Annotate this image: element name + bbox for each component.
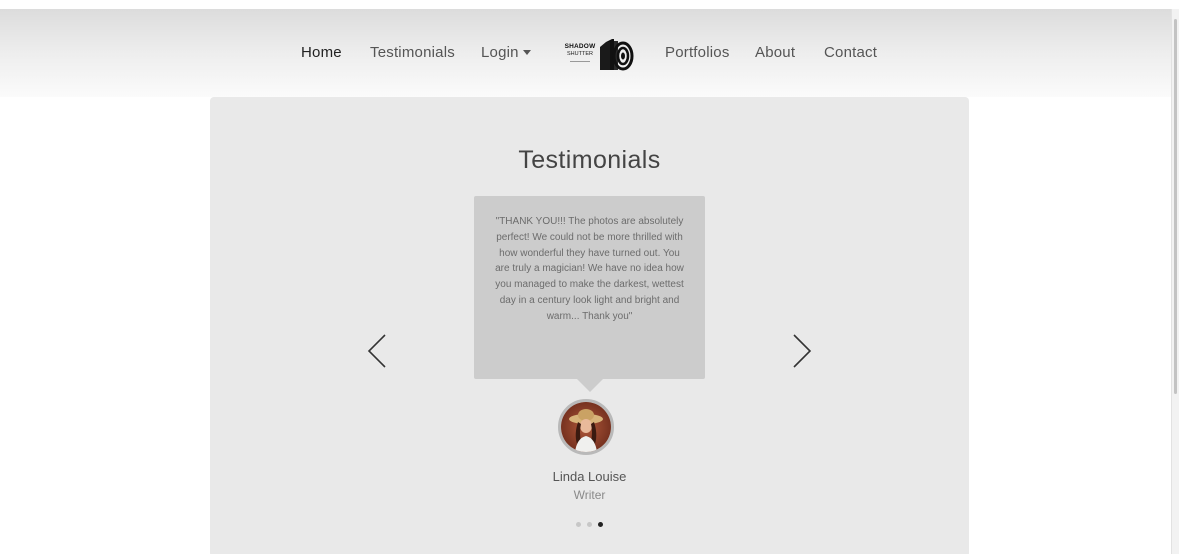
section-title: Testimonials [518, 146, 661, 174]
testimonial-author-role: Writer [573, 488, 606, 502]
testimonial-quote: "THANK YOU!!! The photos are absolutely … [495, 216, 684, 322]
vertical-scrollbar[interactable] [1171, 9, 1179, 554]
carousel-indicators [210, 522, 969, 530]
page: Home Testimonials Login SHADOW SHUTTER P… [0, 0, 1179, 554]
nav-home[interactable]: Home [301, 44, 342, 61]
carousel-prev-button[interactable] [366, 333, 388, 369]
carousel-next-button[interactable] [791, 333, 813, 369]
testimonials-section: Testimonials "THANK YOU!!! The photos ar… [210, 97, 969, 554]
top-navbar: Home Testimonials Login SHADOW SHUTTER P… [0, 9, 1172, 97]
testimonial-author-name: Linda Louise [552, 469, 627, 484]
main-nav: Home Testimonials Login SHADOW SHUTTER P… [0, 38, 1172, 72]
nav-login-dropdown[interactable]: Login [481, 44, 531, 61]
chevron-right-icon [793, 334, 812, 368]
nav-testimonials[interactable]: Testimonials [370, 44, 455, 61]
caret-down-icon [522, 49, 531, 55]
logo-divider [570, 61, 590, 62]
carousel-dot-2[interactable] [587, 522, 592, 527]
avatar [558, 399, 614, 455]
brand-logo[interactable]: SHADOW SHUTTER [558, 38, 638, 72]
chevron-left-icon [367, 334, 386, 368]
avatar-photo [561, 402, 611, 452]
logo-line-1: SHADOW [564, 43, 596, 50]
camera-logo-icon [600, 39, 634, 71]
nav-portfolios[interactable]: Portfolios [665, 44, 730, 61]
nav-contact[interactable]: Contact [824, 44, 877, 61]
bubble-tail [577, 379, 603, 392]
carousel-dot-1[interactable] [576, 522, 581, 527]
nav-login-label: Login [481, 44, 519, 61]
testimonial-quote-bubble: "THANK YOU!!! The photos are absolutely … [474, 196, 705, 379]
carousel-dot-3[interactable] [598, 522, 603, 527]
logo-line-2: SHUTTER [567, 50, 593, 57]
logo-text: SHADOW SHUTTER [560, 43, 600, 62]
scrollbar-thumb[interactable] [1174, 19, 1177, 394]
nav-about[interactable]: About [755, 44, 795, 61]
